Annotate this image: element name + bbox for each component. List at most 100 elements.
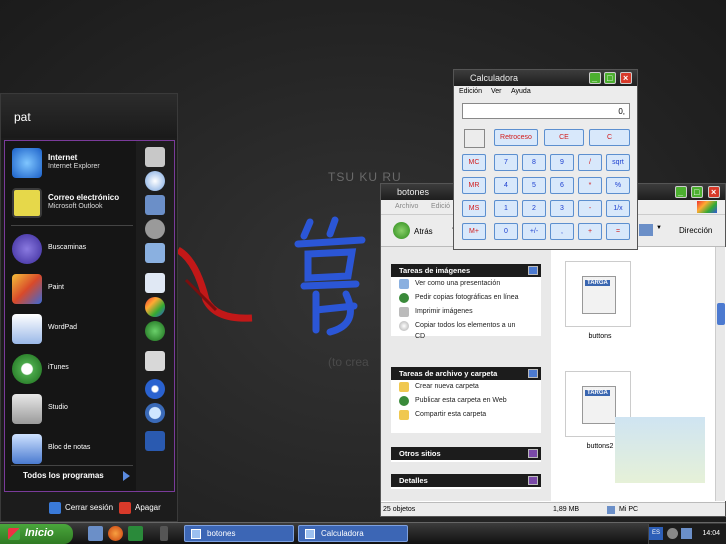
recent-icon[interactable] — [145, 171, 165, 191]
reciprocal-button[interactable]: 1/x — [606, 200, 630, 217]
start-item-email[interactable]: Correo electrónico Microsoft Outlook — [9, 185, 135, 221]
task-order-prints[interactable]: Pedir copias fotográficas en línea — [391, 291, 541, 305]
excel-icon[interactable] — [128, 526, 143, 541]
memory-add-button[interactable]: M+ — [462, 223, 486, 240]
start-item-internet[interactable]: Internet Internet Explorer — [9, 145, 135, 181]
task-publish-web[interactable]: Publicar esta carpeta en Web — [391, 394, 541, 408]
search-icon[interactable] — [145, 403, 165, 423]
chevron-down-icon[interactable] — [528, 476, 538, 485]
clear-button[interactable]: C — [589, 129, 630, 146]
details-header[interactable]: Detalles — [391, 474, 541, 487]
show-desktop-icon[interactable] — [88, 526, 103, 541]
chevron-down-icon[interactable] — [528, 449, 538, 458]
details-panel[interactable]: Detalles — [391, 474, 541, 489]
shutdown-button[interactable]: Apagar — [119, 502, 161, 514]
folder-icon — [191, 529, 201, 539]
my-computer-icon[interactable] — [145, 243, 165, 263]
digit-button[interactable]: 6 — [550, 177, 574, 194]
task-print[interactable]: Imprimir imágenes — [391, 305, 541, 319]
file-tasks-header[interactable]: Tareas de archivo y carpeta — [391, 367, 541, 380]
back-button[interactable]: Atrás ▼ — [393, 222, 457, 240]
music-icon[interactable] — [145, 219, 165, 239]
other-places-panel[interactable]: Otros sitios — [391, 447, 541, 462]
menu-ayuda[interactable]: Ayuda — [511, 88, 531, 95]
task-share-folder[interactable]: Compartir esta carpeta — [391, 408, 541, 422]
printer-icon[interactable] — [145, 351, 165, 371]
memory-clear-button[interactable]: MC — [462, 154, 486, 171]
clear-entry-button[interactable]: CE — [544, 129, 584, 146]
digit-button[interactable]: 8 — [522, 154, 546, 171]
volume-icon[interactable] — [667, 528, 678, 539]
start-button[interactable]: Inicio — [0, 524, 73, 544]
multiply-button[interactable]: * — [578, 177, 602, 194]
menu-edicion[interactable]: Edición — [459, 88, 482, 95]
start-item-wordpad[interactable]: WordPad — [9, 311, 135, 347]
task-calculadora[interactable]: Calculadora — [298, 525, 408, 542]
control-panel-icon[interactable] — [145, 273, 165, 293]
backspace-button[interactable]: Retroceso — [494, 129, 538, 146]
close-button[interactable]: × — [708, 186, 720, 198]
start-menu: pat Internet Internet Explorer Correo el… — [0, 93, 178, 522]
maximize-button[interactable]: □ — [604, 72, 616, 84]
other-places-header[interactable]: Otros sitios — [391, 447, 541, 460]
task-slideshow[interactable]: Ver como una presentación — [391, 277, 541, 291]
logoff-button[interactable]: Cerrar sesión — [49, 502, 113, 514]
network-icon[interactable] — [681, 528, 692, 539]
start-item-notepad[interactable]: Bloc de notas — [9, 431, 135, 467]
windows-update-icon[interactable] — [145, 297, 165, 317]
memory-recall-button[interactable]: MR — [462, 177, 486, 194]
sqrt-button[interactable]: sqrt — [606, 154, 630, 171]
maximize-button[interactable]: □ — [691, 186, 703, 198]
task-copy-cd[interactable]: Copiar todos los elementos a un — [391, 319, 541, 333]
sign-button[interactable]: +/- — [522, 223, 546, 240]
calculator-titlebar[interactable]: Calculadora _ □ × — [454, 70, 637, 86]
minimize-button[interactable]: _ — [589, 72, 601, 84]
digit-button[interactable]: 2 — [522, 200, 546, 217]
network-icon[interactable] — [145, 321, 165, 341]
menu-edicion[interactable]: Edició — [431, 203, 450, 210]
start-item-buscaminas[interactable]: Buscaminas — [9, 231, 135, 267]
digit-button[interactable]: 4 — [494, 177, 518, 194]
chevron-up-icon[interactable] — [528, 266, 538, 275]
decimal-button[interactable]: , — [550, 223, 574, 240]
digit-button[interactable]: 9 — [550, 154, 574, 171]
add-button[interactable]: + — [578, 223, 602, 240]
clock[interactable]: 14:04 — [702, 530, 720, 537]
start-item-paint[interactable]: Paint — [9, 271, 135, 307]
start-item-itunes[interactable]: iTunes — [9, 351, 135, 387]
close-button[interactable]: × — [620, 72, 632, 84]
menu-ver[interactable]: Ver — [491, 88, 502, 95]
memory-store-button[interactable]: MS — [462, 200, 486, 217]
digit-button[interactable]: 1 — [494, 200, 518, 217]
digit-button[interactable]: 3 — [550, 200, 574, 217]
views-icon[interactable] — [639, 224, 653, 236]
task-new-folder[interactable]: Crear nueva carpeta — [391, 380, 541, 394]
task-botones[interactable]: botones — [184, 525, 294, 542]
language-indicator[interactable]: ES — [649, 527, 663, 540]
equals-button[interactable]: = — [606, 223, 630, 240]
all-programs-arrow-icon — [123, 471, 130, 481]
divide-button[interactable]: / — [578, 154, 602, 171]
all-programs-link[interactable]: Todos los programas — [23, 471, 104, 480]
run-icon[interactable] — [145, 431, 165, 451]
digit-button[interactable]: 5 — [522, 177, 546, 194]
chevron-up-icon[interactable] — [528, 369, 538, 378]
percent-button[interactable]: % — [606, 177, 630, 194]
digit-button[interactable]: 7 — [494, 154, 518, 171]
digit-button[interactable]: 0 — [494, 223, 518, 240]
image-tasks-panel: Tareas de imágenes Ver como una presenta… — [391, 264, 541, 340]
help-icon[interactable] — [145, 379, 165, 399]
file-type-badge: TARGA — [585, 280, 610, 286]
menu-archivo[interactable]: Archivo — [395, 203, 418, 210]
scrollbar-thumb[interactable] — [717, 303, 725, 325]
image-tasks-header[interactable]: Tareas de imágenes — [391, 264, 541, 277]
minimize-button[interactable]: _ — [675, 186, 687, 198]
subtract-button[interactable]: - — [578, 200, 602, 217]
start-item-studio[interactable]: Studio — [9, 391, 135, 427]
vertical-scrollbar[interactable] — [715, 247, 725, 501]
views-dropdown-icon[interactable]: ▼ — [656, 225, 662, 231]
firefox-icon[interactable] — [108, 526, 123, 541]
pictures-icon[interactable] — [145, 195, 165, 215]
documents-icon[interactable] — [145, 147, 165, 167]
file-item[interactable]: TARGA buttons — [561, 261, 631, 351]
